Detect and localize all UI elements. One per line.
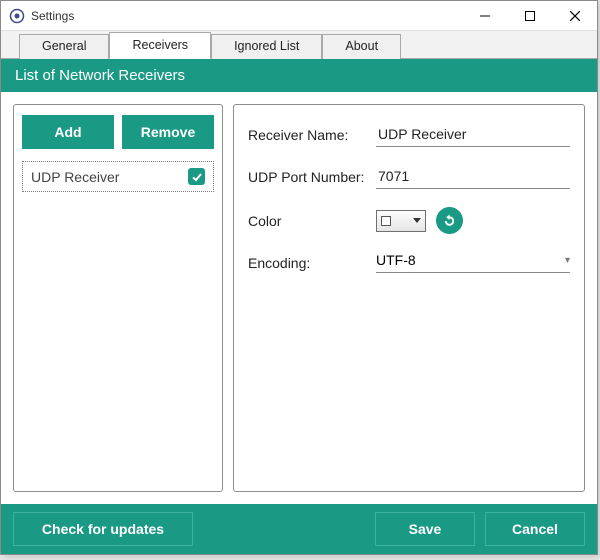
row-color: Color [248,207,570,234]
window-title: Settings [31,9,74,23]
color-swatch-icon [381,216,391,226]
section-header: List of Network Receivers [1,59,597,92]
close-button[interactable] [552,1,597,30]
receivers-list-panel: Add Remove UDP Receiver [13,104,223,492]
save-button[interactable]: Save [375,512,475,546]
maximize-button[interactable] [507,1,552,30]
tab-general[interactable]: General [19,34,109,59]
reset-color-button[interactable] [436,207,463,234]
window-controls [462,1,597,30]
footer: Check for updates Save Cancel [1,504,597,554]
encoding-label: Encoding: [248,255,376,271]
port-label: UDP Port Number: [248,169,376,185]
color-dropdown[interactable] [376,210,426,232]
row-port: UDP Port Number: [248,165,570,189]
close-icon [570,11,580,21]
check-updates-button[interactable]: Check for updates [13,512,193,546]
tabbar: General Receivers Ignored List About [1,31,597,59]
receiver-details-panel: Receiver Name: UDP Port Number: Color [233,104,585,492]
titlebar: Settings [1,1,597,31]
add-button[interactable]: Add [22,115,114,149]
chevron-down-icon [413,218,421,223]
port-input[interactable] [376,165,570,189]
list-item[interactable]: UDP Receiver [22,161,214,192]
receiver-name-label: Receiver Name: [248,127,376,143]
remove-button[interactable]: Remove [122,115,214,149]
encoding-select[interactable]: UTF-8 ▾ [376,252,570,273]
minimize-button[interactable] [462,1,507,30]
minimize-icon [480,11,490,21]
list-item-label: UDP Receiver [31,169,119,185]
color-label: Color [248,213,376,229]
maximize-icon [525,11,535,21]
receiver-name-input[interactable] [376,123,570,147]
app-icon [9,8,25,24]
row-encoding: Encoding: UTF-8 ▾ [248,252,570,273]
row-receiver-name: Receiver Name: [248,123,570,147]
tab-about[interactable]: About [322,34,401,59]
cancel-button[interactable]: Cancel [485,512,585,546]
tab-ignored-list[interactable]: Ignored List [211,34,322,59]
tab-receivers[interactable]: Receivers [109,32,211,59]
chevron-down-icon: ▾ [565,255,570,266]
section-title: List of Network Receivers [15,67,185,84]
footer-spacer [203,512,365,546]
checkmark-icon [188,168,205,185]
refresh-icon [442,213,457,229]
encoding-value: UTF-8 [376,252,416,268]
list-actions: Add Remove [22,115,214,149]
settings-window: Settings General Receivers Ignored List … [0,0,598,555]
main-content: Add Remove UDP Receiver Receiver Name: U… [1,92,597,504]
